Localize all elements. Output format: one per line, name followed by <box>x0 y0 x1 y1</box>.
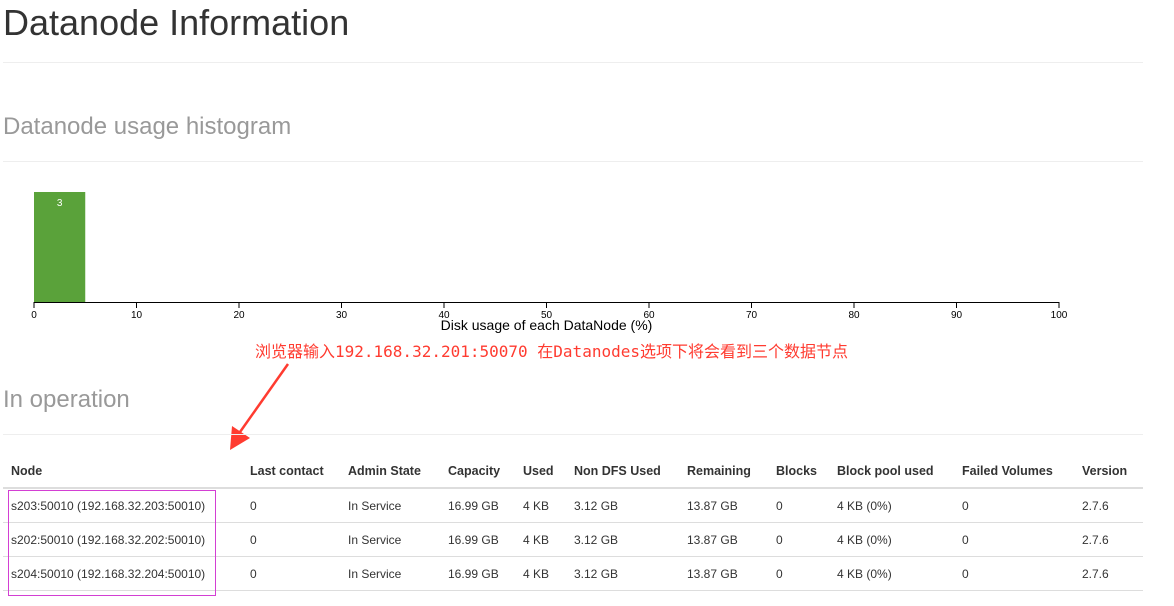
x-tick-label-10: 10 <box>131 310 143 321</box>
histogram-section-title: Datanode usage histogram <box>3 113 292 140</box>
table-row: s203:50010 (192.168.32.203:50010) 0 In S… <box>3 488 1143 523</box>
cell-version: 2.7.6 <box>1074 522 1143 557</box>
cell-node: s202:50010 (192.168.32.202:50010) <box>3 522 242 557</box>
cell-remaining: 13.87 GB <box>679 556 768 591</box>
table-header-row: Node Last contact Admin State Capacity U… <box>3 455 1143 489</box>
column-header-capacity[interactable]: Capacity <box>440 455 515 489</box>
histogram-divider <box>3 161 1143 162</box>
cell-last-contact: 0 <box>242 522 340 557</box>
column-header-failed-volumes[interactable]: Failed Volumes <box>954 455 1074 489</box>
table-row: s204:50010 (192.168.32.204:50010) 0 In S… <box>3 556 1143 591</box>
column-header-admin-state[interactable]: Admin State <box>340 455 440 489</box>
column-header-non-dfs-used[interactable]: Non DFS Used <box>566 455 679 489</box>
cell-last-contact: 0 <box>242 556 340 591</box>
x-tick-label-70: 70 <box>746 310 758 321</box>
cell-used: 4 KB <box>515 488 566 523</box>
cell-admin-state: In Service <box>340 488 440 523</box>
datanode-table: Node Last contact Admin State Capacity U… <box>3 455 1143 591</box>
column-header-node[interactable]: Node <box>3 455 242 489</box>
x-tick-label-80: 80 <box>848 310 860 321</box>
cell-admin-state: In Service <box>340 556 440 591</box>
column-header-blocks[interactable]: Blocks <box>768 455 829 489</box>
cell-node: s204:50010 (192.168.32.204:50010) <box>3 556 242 591</box>
x-tick-label-0: 0 <box>31 310 37 321</box>
cell-used: 4 KB <box>515 522 566 557</box>
column-header-used[interactable]: Used <box>515 455 566 489</box>
cell-block-pool-used: 4 KB (0%) <box>829 522 954 557</box>
cell-remaining: 13.87 GB <box>679 488 768 523</box>
x-tick-label-90: 90 <box>951 310 963 321</box>
cell-remaining: 13.87 GB <box>679 522 768 557</box>
column-header-version[interactable]: Version <box>1074 455 1143 489</box>
operation-section-title: In operation <box>3 386 130 413</box>
cell-non-dfs-used: 3.12 GB <box>566 556 679 591</box>
cell-last-contact: 0 <box>242 488 340 523</box>
column-header-block-pool-used[interactable]: Block pool used <box>829 455 954 489</box>
cell-node: s203:50010 (192.168.32.203:50010) <box>3 488 242 523</box>
cell-blocks: 0 <box>768 522 829 557</box>
operation-divider <box>3 434 1143 435</box>
x-tick-label-20: 20 <box>233 310 245 321</box>
cell-version: 2.7.6 <box>1074 488 1143 523</box>
cell-failed-volumes: 0 <box>954 556 1074 591</box>
cell-block-pool-used: 4 KB (0%) <box>829 556 954 591</box>
cell-block-pool-used: 4 KB (0%) <box>829 488 954 523</box>
x-tick-label-100: 100 <box>1051 310 1068 321</box>
cell-admin-state: In Service <box>340 522 440 557</box>
cell-non-dfs-used: 3.12 GB <box>566 488 679 523</box>
cell-used: 4 KB <box>515 556 566 591</box>
cell-blocks: 0 <box>768 556 829 591</box>
histogram-bar-label-0: 3 <box>57 198 63 209</box>
cell-capacity: 16.99 GB <box>440 556 515 591</box>
cell-failed-volumes: 0 <box>954 488 1074 523</box>
usage-histogram-chart: 30 10 20 30 40 50 60 70 80 90 100Disk usage of eac… <box>31 192 1068 333</box>
table-row: s202:50010 (192.168.32.202:50010) 0 In S… <box>3 522 1143 557</box>
x-axis-title: Disk usage of each DataNode (%) <box>441 317 653 333</box>
title-divider <box>3 62 1143 63</box>
cell-failed-volumes: 0 <box>954 522 1074 557</box>
x-tick-label-30: 30 <box>336 310 348 321</box>
column-header-last-contact[interactable]: Last contact <box>242 455 340 489</box>
cell-version: 2.7.6 <box>1074 556 1143 591</box>
cell-non-dfs-used: 3.12 GB <box>566 522 679 557</box>
cell-capacity: 16.99 GB <box>440 488 515 523</box>
annotation-text: 浏览器输入192.168.32.201:50070 在Datanodes选项下将… <box>255 342 848 361</box>
cell-capacity: 16.99 GB <box>440 522 515 557</box>
cell-blocks: 0 <box>768 488 829 523</box>
page-title: Datanode Information <box>3 2 350 43</box>
column-header-remaining[interactable]: Remaining <box>679 455 768 489</box>
annotation-arrow-icon <box>230 363 290 450</box>
